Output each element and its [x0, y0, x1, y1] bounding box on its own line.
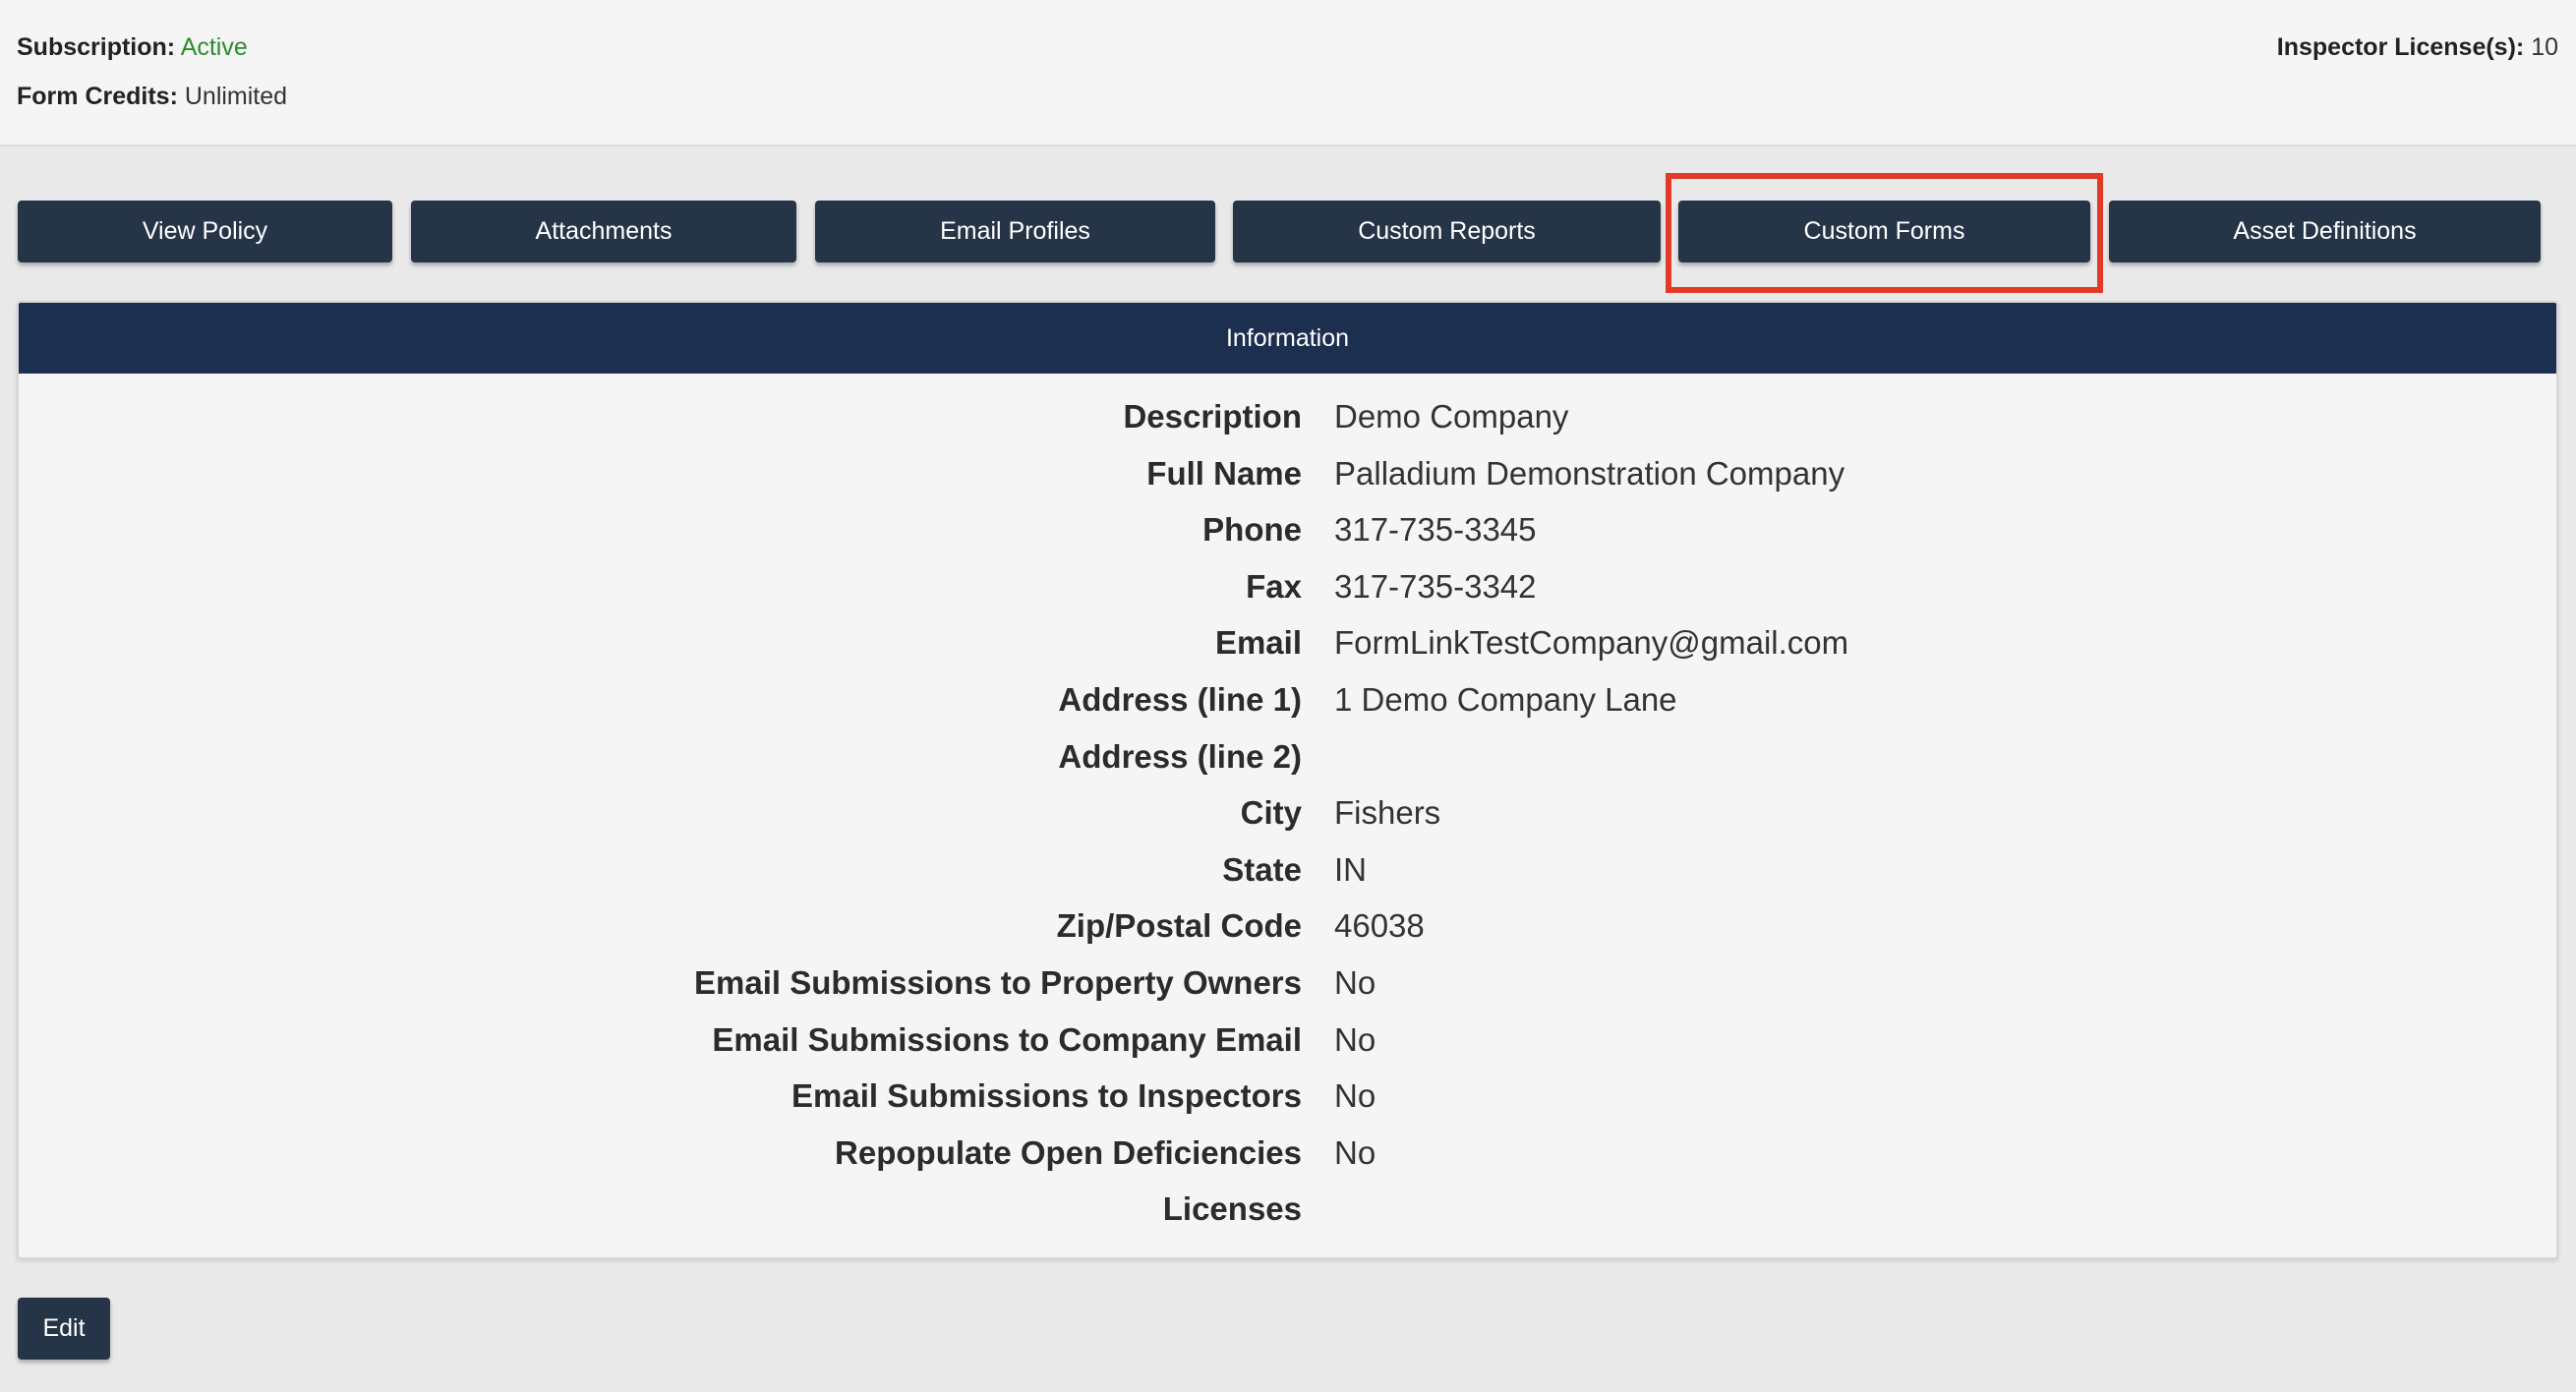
inspector-licenses: Inspector License(s): 10 — [2277, 32, 2558, 62]
account-summary-bar: Subscription: Active Form Credits: Unlim… — [0, 0, 2576, 146]
inspector-license-label: Inspector License(s): — [2276, 33, 2525, 61]
info-row-zip: Zip/Postal Code 46038 — [19, 899, 2556, 957]
info-label: Email Submissions to Company Email — [712, 1020, 1302, 1058]
view-policy-button[interactable]: View Policy — [18, 201, 392, 262]
info-row-address-line-2: Address (line 2) — [19, 730, 2556, 787]
info-row-email-company: Email Submissions to Company Email No — [19, 1014, 2556, 1071]
edit-button[interactable]: Edit — [18, 1298, 110, 1360]
info-label: City — [1240, 794, 1302, 832]
info-value: Fishers — [1334, 794, 1441, 832]
asset-definitions-button[interactable]: Asset Definitions — [2109, 201, 2541, 262]
info-value: 1 Demo Company Lane — [1334, 680, 1677, 718]
info-row-state: State IN — [19, 843, 2556, 900]
info-label: Zip/Postal Code — [1056, 907, 1302, 945]
info-label: Email Submissions to Inspectors — [791, 1077, 1302, 1115]
inspector-license-value: 10 — [2531, 33, 2558, 61]
info-label: Fax — [1246, 567, 1302, 605]
info-value: 317-735-3342 — [1334, 567, 1537, 605]
info-row-description: Description Demo Company — [19, 390, 2556, 447]
info-row-city: City Fishers — [19, 786, 2556, 843]
info-row-licenses: Licenses — [19, 1183, 2556, 1240]
info-row-email: Email FormLinkTestCompany@gmail.com — [19, 616, 2556, 673]
info-value: No — [1334, 1133, 1376, 1171]
info-value: No — [1334, 1077, 1376, 1115]
information-header: Information — [19, 303, 2556, 374]
info-label: Email Submissions to Property Owners — [694, 963, 1302, 1001]
info-value: Palladium Demonstration Company — [1334, 454, 1845, 492]
info-value: IN — [1334, 850, 1367, 888]
subscription-value: Active — [180, 33, 248, 61]
info-label: Licenses — [1162, 1190, 1302, 1228]
custom-reports-button[interactable]: Custom Reports — [1233, 201, 1661, 262]
info-label: Phone — [1202, 511, 1302, 549]
email-profiles-button[interactable]: Email Profiles — [815, 201, 1215, 262]
toolbar: View Policy Attachments Email Profiles C… — [0, 201, 2576, 263]
info-label: Repopulate Open Deficiencies — [835, 1133, 1302, 1171]
attachments-button[interactable]: Attachments — [411, 201, 796, 262]
info-value: FormLinkTestCompany@gmail.com — [1334, 624, 1849, 662]
info-row-phone: Phone 317-735-3345 — [19, 503, 2556, 560]
form-credits-value: Unlimited — [184, 83, 288, 110]
info-label: Address (line 1) — [1058, 680, 1302, 718]
info-row-fax: Fax 317-735-3342 — [19, 560, 2556, 617]
info-label: State — [1222, 850, 1302, 888]
info-row-address-line-1: Address (line 1) 1 Demo Company Lane — [19, 673, 2556, 730]
form-credits-label: Form Credits: — [17, 83, 178, 110]
info-label: Address (line 2) — [1058, 737, 1302, 775]
info-value: Demo Company — [1334, 398, 1569, 435]
info-value: No — [1334, 963, 1376, 1001]
info-label: Full Name — [1146, 454, 1302, 492]
subscription-label: Subscription: — [17, 33, 176, 61]
information-table: Description Demo Company Full Name Palla… — [19, 374, 2556, 1240]
info-row-email-property-owners: Email Submissions to Property Owners No — [19, 957, 2556, 1014]
info-value: 46038 — [1334, 907, 1425, 945]
info-row-email-inspectors: Email Submissions to Inspectors No — [19, 1070, 2556, 1127]
info-value: 317-735-3345 — [1334, 511, 1537, 549]
info-label: Email — [1214, 624, 1302, 662]
custom-forms-button[interactable]: Custom Forms — [1678, 201, 2090, 262]
info-row-full-name: Full Name Palladium Demonstration Compan… — [19, 447, 2556, 504]
info-label: Description — [1123, 398, 1302, 435]
information-panel: Information Description Demo Company Ful… — [17, 301, 2558, 1259]
subscription-status: Subscription: Active — [17, 32, 248, 62]
form-credits: Form Credits: Unlimited — [17, 82, 287, 111]
info-row-repopulate-deficiencies: Repopulate Open Deficiencies No — [19, 1127, 2556, 1184]
info-value: No — [1334, 1020, 1376, 1058]
